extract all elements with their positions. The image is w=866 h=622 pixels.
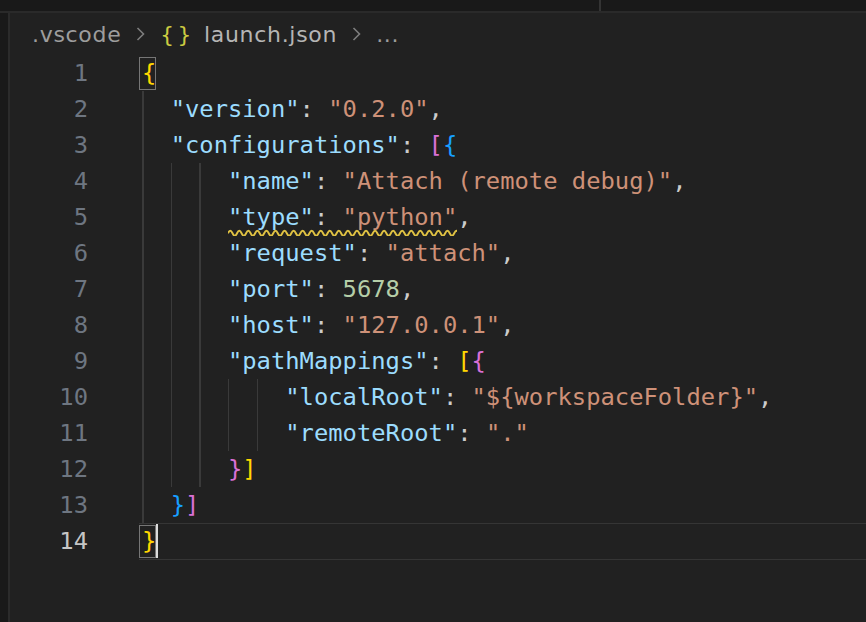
code-token: "version"	[171, 95, 300, 123]
breadcrumb-symbol-placeholder[interactable]: ...	[376, 22, 399, 47]
tab-bar	[0, 0, 866, 13]
code-token	[142, 131, 171, 159]
code-token: "name"	[228, 167, 314, 195]
code-token: [	[457, 347, 471, 375]
code-token: }	[228, 455, 242, 483]
line-number: 3	[0, 127, 88, 163]
code-token: "."	[486, 419, 529, 447]
code-token: :	[314, 275, 343, 303]
breadcrumb-folder[interactable]: .vscode	[32, 22, 121, 47]
code-token: {	[142, 59, 156, 87]
code-token: {	[443, 131, 457, 159]
code-token	[142, 95, 171, 123]
chevron-right-icon	[134, 23, 147, 45]
code-token	[142, 275, 228, 303]
code-line[interactable]: {	[142, 55, 156, 91]
line-number: 4	[0, 163, 88, 199]
code-token: "Attach (remote debug)"	[343, 167, 673, 195]
code-line[interactable]: "localRoot": "${workspaceFolder}",	[142, 379, 772, 415]
code-token: "127.0.0.1"	[343, 311, 501, 339]
line-number: 11	[0, 415, 88, 451]
chevron-right-icon	[350, 23, 363, 45]
code-line[interactable]: }]	[142, 451, 257, 487]
line-number: 13	[0, 487, 88, 523]
code-token: :	[357, 239, 386, 267]
breadcrumbs: .vscode {} launch.json ...	[10, 13, 399, 55]
code-token: "request"	[228, 239, 357, 267]
line-number: 6	[0, 235, 88, 271]
line-number: 14	[0, 523, 88, 559]
code-token: ]	[242, 455, 256, 483]
code-line[interactable]: "port": 5678,	[142, 271, 414, 307]
code-token: :	[443, 383, 472, 411]
line-number: 2	[0, 91, 88, 127]
code-line[interactable]: "request": "attach",	[142, 235, 515, 271]
code-token	[142, 347, 228, 375]
line-number: 12	[0, 451, 88, 487]
code-token: "attach"	[386, 239, 501, 267]
code-line[interactable]: "type": "python",	[142, 199, 472, 235]
code-token: }	[142, 527, 156, 555]
code-token	[142, 455, 228, 483]
line-number: 10	[0, 379, 88, 415]
code-line[interactable]: "pathMappings": [{	[142, 343, 486, 379]
line-number: 7	[0, 271, 88, 307]
code-token: :	[400, 131, 429, 159]
code-token: ,	[672, 167, 686, 195]
code-token: ,	[758, 383, 772, 411]
code-token: "host"	[228, 311, 314, 339]
code-token	[142, 311, 228, 339]
code-token: }	[171, 491, 185, 519]
code-token: :	[457, 419, 486, 447]
code-line[interactable]: }]	[142, 487, 199, 523]
text-cursor	[156, 524, 158, 558]
code-token: :	[429, 347, 458, 375]
code-token: ,	[500, 239, 514, 267]
code-token: ,	[457, 203, 471, 231]
line-number: 1	[0, 55, 88, 91]
code-line[interactable]: "remoteRoot": "."	[142, 415, 529, 451]
code-token: :	[314, 311, 343, 339]
code-token: ,	[429, 95, 443, 123]
code-token	[142, 491, 171, 519]
code-token: ]	[185, 491, 199, 519]
code-token: :	[300, 95, 329, 123]
code-token	[142, 383, 285, 411]
code-line[interactable]: "configurations": [{	[142, 127, 457, 163]
tab-separator	[599, 0, 601, 11]
code-token	[142, 239, 228, 267]
editor[interactable]: 1 {2 "version": "0.2.0", 3 "configurations…	[0, 55, 866, 622]
code-token: {	[472, 347, 486, 375]
code-token: "0.2.0"	[328, 95, 428, 123]
code-line[interactable]: "host": "127.0.0.1",	[142, 307, 515, 343]
code-token: "configurations"	[171, 131, 400, 159]
code-line[interactable]: "version": "0.2.0",	[142, 91, 443, 127]
json-file-icon: {}	[160, 22, 195, 47]
code-token: 5678	[343, 275, 400, 303]
code-token: ,	[400, 275, 414, 303]
code-token: ,	[500, 311, 514, 339]
code-line[interactable]: }	[142, 523, 156, 559]
line-number: 9	[0, 343, 88, 379]
warning-underline-span: "type": "python"	[228, 203, 457, 231]
code-token: "pathMappings"	[228, 347, 429, 375]
code-token	[142, 203, 228, 231]
line-number: 5	[0, 199, 88, 235]
code-token: "remoteRoot"	[285, 419, 457, 447]
breadcrumb-file[interactable]: launch.json	[204, 22, 337, 47]
code-token	[142, 167, 228, 195]
code-token: [	[429, 131, 443, 159]
code-token: :	[314, 167, 343, 195]
code-token	[142, 419, 285, 447]
code-token: "${workspaceFolder}"	[472, 383, 759, 411]
line-number: 8	[0, 307, 88, 343]
code-token: "port"	[228, 275, 314, 303]
code-line[interactable]: "name": "Attach (remote debug)",	[142, 163, 686, 199]
code-token: "localRoot"	[285, 383, 443, 411]
